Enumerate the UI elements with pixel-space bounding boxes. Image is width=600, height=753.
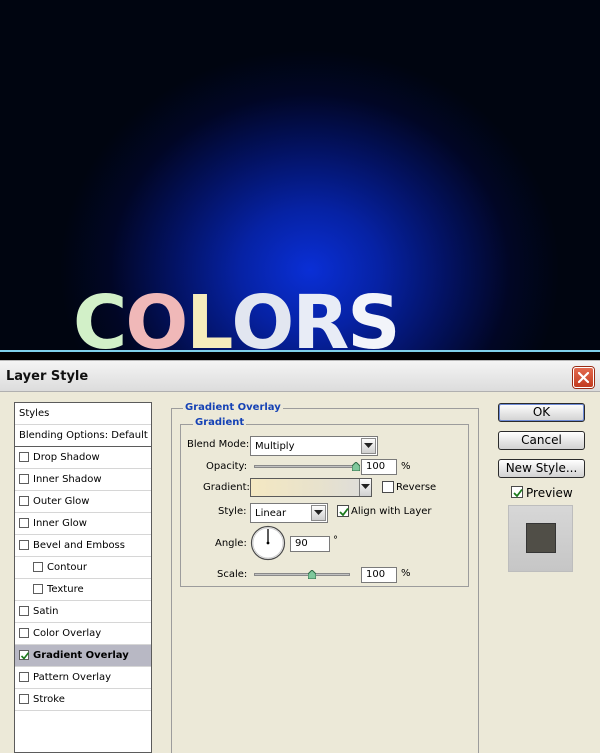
letter-o-2: O [231, 280, 294, 352]
style-item-label: Inner Glow [33, 518, 87, 529]
scale-label: Scale: [217, 569, 248, 580]
styles-list-panel: Styles Blending Options: Default Drop Sh… [14, 402, 152, 753]
style-item-label: Satin [33, 606, 59, 617]
style-item-checkbox[interactable] [19, 540, 29, 550]
blending-options-item[interactable]: Blending Options: Default [15, 425, 151, 447]
style-item-label: Texture [47, 584, 84, 595]
scale-slider-thumb[interactable] [307, 570, 316, 579]
gradient-label: Gradient: [203, 482, 250, 493]
opacity-label: Opacity: [206, 461, 248, 472]
blend-mode-select[interactable]: Multiply [250, 436, 378, 456]
ok-button[interactable]: OK [498, 403, 585, 422]
style-item-color-overlay[interactable]: Color Overlay [15, 623, 151, 645]
style-item-satin[interactable]: Satin [15, 601, 151, 623]
letter-r: R [292, 280, 349, 352]
scale-input[interactable]: 100 [361, 567, 397, 583]
opacity-unit: % [401, 461, 411, 472]
style-select[interactable]: Linear [250, 503, 328, 523]
style-item-contour[interactable]: Contour [15, 557, 151, 579]
style-item-gradient-overlay[interactable]: Gradient Overlay [15, 645, 151, 667]
blending-options-label: Blending Options: Default [19, 430, 148, 441]
dialog-title: Layer Style [6, 369, 89, 384]
style-item-checkbox[interactable] [33, 584, 43, 594]
style-item-label: Contour [47, 562, 87, 573]
style-item-inner-glow[interactable]: Inner Glow [15, 513, 151, 535]
opacity-input[interactable]: 100 [361, 459, 397, 475]
style-item-label: Gradient Overlay [33, 650, 129, 661]
style-item-inner-shadow[interactable]: Inner Shadow [15, 469, 151, 491]
angle-unit: ° [333, 535, 338, 546]
styles-header[interactable]: Styles [15, 403, 151, 425]
blend-mode-dropdown-button[interactable] [361, 438, 376, 454]
style-value: Linear [255, 508, 287, 519]
gradient-overlay-title: Gradient Overlay [183, 402, 283, 413]
style-item-checkbox[interactable] [33, 562, 43, 572]
reverse-checkbox[interactable] [382, 481, 394, 493]
gradient-dropdown-button[interactable] [359, 479, 371, 496]
cancel-button[interactable]: Cancel [498, 431, 585, 450]
style-item-checkbox[interactable] [19, 606, 29, 616]
style-item-texture[interactable]: Texture [15, 579, 151, 601]
align-with-layer-label: Align with Layer [351, 506, 432, 517]
gradient-picker[interactable] [250, 478, 372, 497]
dialog-titlebar[interactable]: Layer Style [0, 360, 600, 392]
style-item-outer-glow[interactable]: Outer Glow [15, 491, 151, 513]
blend-mode-label: Blend Mode: [187, 439, 250, 450]
chevron-down-icon [314, 510, 323, 515]
style-item-label: Bevel and Emboss [33, 540, 125, 551]
checkmark-icon [20, 652, 30, 660]
checkmark-icon [339, 507, 349, 517]
style-item-label: Color Overlay [33, 628, 102, 639]
style-item-label: Stroke [33, 694, 65, 705]
style-item-stroke[interactable]: Stroke [15, 689, 151, 711]
close-icon [578, 372, 589, 383]
gradient-subgroup-title: Gradient [193, 417, 247, 428]
angle-label: Angle: [215, 538, 247, 549]
opacity-slider-thumb[interactable] [352, 462, 360, 471]
styles-header-label: Styles [19, 408, 50, 419]
chevron-down-icon [361, 484, 370, 489]
style-item-checkbox[interactable] [19, 474, 29, 484]
style-item-label: Drop Shadow [33, 452, 100, 463]
scale-unit: % [401, 568, 411, 579]
letter-s: S [347, 280, 400, 352]
canvas-edge-line [0, 350, 600, 352]
style-item-pattern-overlay[interactable]: Pattern Overlay [15, 667, 151, 689]
align-with-layer-checkbox[interactable] [337, 505, 349, 517]
letter-l: L [186, 280, 233, 352]
opacity-slider-track[interactable] [254, 465, 356, 468]
letter-c: C [73, 280, 127, 352]
style-item-bevel-and-emboss[interactable]: Bevel and Emboss [15, 535, 151, 557]
style-dropdown-button[interactable] [311, 505, 326, 521]
letter-o: O [125, 280, 188, 352]
style-item-checkbox[interactable] [19, 650, 30, 660]
preview-label: Preview [526, 486, 573, 500]
new-style-button[interactable]: New Style... [498, 459, 585, 478]
blend-mode-value: Multiply [255, 441, 295, 452]
style-label: Style: [218, 506, 247, 517]
style-item-label: Inner Shadow [33, 474, 102, 485]
checkmark-icon [513, 488, 523, 498]
angle-input[interactable]: 90 [290, 536, 330, 552]
reverse-label: Reverse [396, 482, 437, 493]
scale-slider-track[interactable] [254, 573, 350, 576]
close-button[interactable] [573, 367, 594, 388]
style-item-checkbox[interactable] [19, 694, 29, 704]
layer-style-dialog: Layer Style Styles Blending Options: Def… [0, 360, 600, 753]
style-item-checkbox[interactable] [19, 518, 29, 528]
preview-checkbox[interactable] [511, 486, 523, 498]
chevron-down-icon [364, 443, 373, 448]
style-item-checkbox[interactable] [19, 672, 29, 682]
style-item-checkbox[interactable] [19, 628, 29, 638]
document-canvas: COLORS [0, 0, 600, 352]
style-item-checkbox[interactable] [19, 452, 29, 462]
style-item-checkbox[interactable] [19, 496, 29, 506]
style-preview-thumbnail [508, 505, 573, 572]
angle-dial[interactable] [250, 525, 286, 561]
colors-text-layer: COLORS [73, 280, 401, 352]
style-item-label: Pattern Overlay [33, 672, 112, 683]
style-item-drop-shadow[interactable]: Drop Shadow [15, 447, 151, 469]
style-item-label: Outer Glow [33, 496, 90, 507]
preview-swatch [526, 523, 556, 553]
